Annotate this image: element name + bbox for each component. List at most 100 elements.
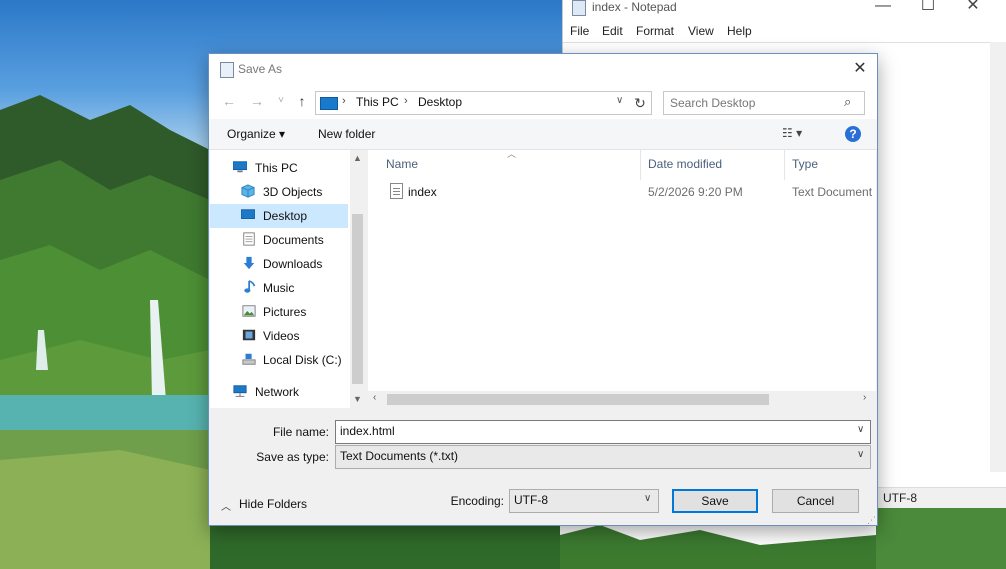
chevron-up-icon: ︿ [221, 502, 231, 513]
nav-item-label: Documents [263, 233, 324, 247]
music-icon [244, 280, 256, 293]
cancel-button[interactable]: Cancel [772, 489, 859, 513]
scrollbar-thumb[interactable] [352, 214, 363, 384]
menu-view[interactable]: View [688, 24, 714, 38]
column-header-date-modified[interactable]: Date modified [648, 157, 722, 171]
notepad-icon [220, 62, 234, 78]
encoding-value: UTF-8 [514, 493, 548, 507]
breadcrumb-this-pc[interactable]: This PC [356, 95, 399, 109]
organize-button[interactable]: Organize ▾ [227, 127, 285, 141]
save-as-type-select[interactable]: Text Documents (*.txt) ∨ [335, 445, 871, 469]
help-icon[interactable]: ? [845, 126, 861, 142]
menu-file[interactable]: File [570, 24, 589, 38]
dialog-close-button[interactable]: ✕ [847, 58, 873, 80]
file-list-pane: ︿ Name Date modified Type index 5/2/2026… [368, 149, 876, 408]
navpane-scrollbar[interactable]: ▲ ▼ [350, 150, 365, 408]
nav-item-3d-objects[interactable]: 3D Objects [210, 180, 348, 204]
nav-item-label: Network [255, 385, 300, 399]
close-button[interactable]: ✕ [953, 0, 993, 18]
nav-item-this-pc[interactable]: This PC [210, 156, 348, 180]
scroll-down-icon[interactable]: ▼ [350, 394, 365, 404]
file-date-modified: 5/2/2026 9:20 PM [648, 185, 743, 199]
column-header-type[interactable]: Type [792, 157, 818, 171]
scroll-up-icon[interactable]: ▲ [350, 153, 365, 163]
file-name: index [408, 185, 437, 199]
resize-grip-icon[interactable]: ⋰ [867, 515, 876, 526]
address-bar[interactable]: › This PC › Desktop ∨ [315, 91, 630, 115]
view-options-button[interactable]: ☷ ▾ [782, 126, 822, 142]
maximize-button[interactable]: ☐ [908, 0, 948, 18]
menu-help[interactable]: Help [727, 24, 752, 38]
pc-icon [320, 97, 338, 110]
cube-icon [241, 184, 255, 198]
chevron-down-icon[interactable]: ∨ [857, 424, 864, 435]
search-input[interactable] [670, 95, 840, 111]
picture-icon [242, 305, 256, 317]
file-name-field[interactable]: index.html ∨ [335, 420, 871, 444]
breadcrumb-separator-icon[interactable]: › [342, 95, 346, 107]
back-arrow-icon[interactable]: ← [220, 92, 238, 110]
file-list-horizontal-scrollbar[interactable]: ‹ › [368, 391, 876, 408]
nav-item-label: 3D Objects [263, 185, 323, 199]
document-icon [243, 232, 255, 246]
nav-item-label: Local Disk (C:) [263, 353, 342, 367]
pc-icon [233, 161, 247, 173]
notepad-titlebar: index - Notepad — ☐ ✕ [563, 0, 1006, 18]
chevron-down-icon[interactable]: ∨ [857, 449, 864, 460]
file-row[interactable]: index 5/2/2026 9:20 PM Text Document [368, 181, 876, 203]
nav-item-local-disk[interactable]: Local Disk (C:) [210, 348, 348, 372]
file-name-label: File name: [272, 425, 329, 439]
save-button[interactable]: Save [672, 489, 758, 513]
disk-icon [242, 353, 256, 365]
scrollbar-thumb[interactable] [387, 394, 769, 405]
nav-item-network[interactable]: Network [210, 380, 348, 404]
menu-format[interactable]: Format [636, 24, 674, 38]
hide-folders-label: Hide Folders [239, 497, 308, 511]
column-divider[interactable] [640, 150, 641, 180]
forward-arrow-icon[interactable]: → [248, 92, 266, 110]
column-header-name[interactable]: Name [386, 157, 418, 171]
breadcrumb-separator-icon[interactable]: › [404, 95, 408, 107]
save-as-dialog: Save As ✕ ← → ˅ ↑ › This PC › Desktop ∨ … [208, 53, 878, 526]
nav-item-documents[interactable]: Documents [210, 228, 348, 252]
dialog-title: Save As [238, 62, 283, 76]
notepad-menubar: File Edit Format View Help [563, 20, 1006, 42]
address-dropdown-icon[interactable]: ∨ [616, 95, 623, 106]
notepad-title: index - Notepad [592, 0, 677, 14]
column-divider[interactable] [784, 150, 785, 180]
chevron-down-icon[interactable]: ∨ [644, 493, 651, 504]
encoding-select[interactable]: UTF-8 ∨ [509, 489, 659, 513]
desktop-icon [241, 209, 255, 219]
nav-item-desktop[interactable]: Desktop [210, 204, 348, 228]
up-arrow-icon[interactable]: ↑ [293, 92, 311, 110]
nav-item-videos[interactable]: Videos [210, 324, 348, 348]
breadcrumb-desktop[interactable]: Desktop [418, 95, 462, 109]
notepad-icon [572, 0, 586, 16]
minimize-button[interactable]: — [863, 0, 903, 18]
search-icon[interactable]: ⌕ [844, 94, 851, 110]
encoding-label: Encoding: [450, 494, 504, 508]
new-folder-button[interactable]: New folder [318, 127, 375, 141]
network-icon [233, 385, 247, 397]
sort-ascending-icon: ︿ [507, 149, 517, 159]
nav-item-label: Videos [263, 329, 300, 343]
file-type: Text Document [792, 185, 873, 199]
scroll-left-icon[interactable]: ‹ [373, 392, 376, 403]
search-box: ⌕ [663, 91, 865, 115]
notepad-encoding-status: UTF-8 [883, 491, 917, 505]
navigation-pane: This PC 3D Objects Desktop Documents Dow… [210, 150, 365, 408]
notepad-vertical-scrollbar[interactable] [990, 42, 1006, 472]
refresh-icon[interactable]: ↻ [629, 91, 652, 115]
scroll-right-icon[interactable]: › [863, 392, 866, 403]
nav-item-downloads[interactable]: Downloads [210, 252, 348, 276]
download-icon [243, 256, 255, 270]
nav-item-pictures[interactable]: Pictures [210, 300, 348, 324]
text-file-icon [390, 183, 403, 199]
file-name-value[interactable]: index.html [340, 424, 395, 438]
dialog-titlebar: Save As ✕ [209, 54, 877, 85]
video-icon [242, 329, 256, 341]
nav-item-label: Pictures [263, 305, 307, 319]
menu-edit[interactable]: Edit [602, 24, 623, 38]
nav-item-music[interactable]: Music [210, 276, 348, 300]
recent-locations-chevron-icon[interactable]: ˅ [272, 92, 290, 110]
